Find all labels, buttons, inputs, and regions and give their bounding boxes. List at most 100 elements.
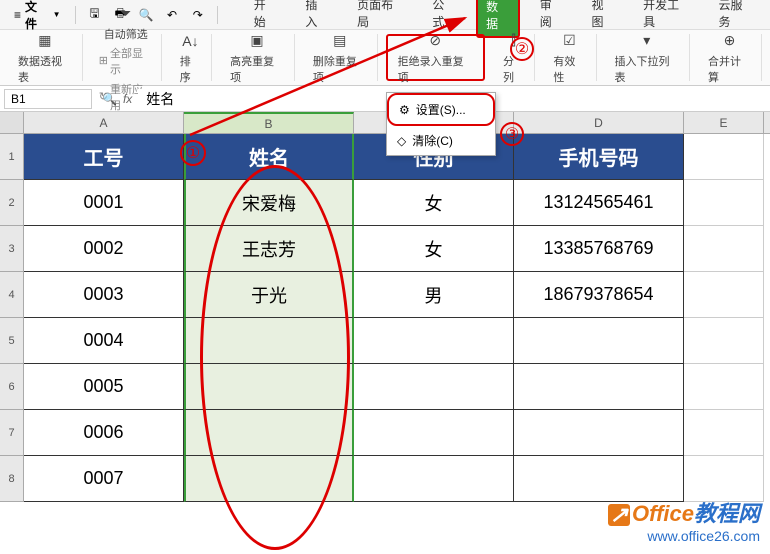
- row-header[interactable]: 6: [0, 364, 24, 410]
- table-row: 50004: [0, 318, 770, 364]
- autofilter-button[interactable]: ⏷ 自动筛选: [100, 2, 152, 44]
- cell-E7[interactable]: [684, 410, 764, 456]
- fx-icons: 🔍 fx: [96, 92, 138, 106]
- cell-A8[interactable]: 0007: [24, 456, 184, 502]
- cell-B1[interactable]: 姓名: [184, 134, 354, 180]
- ribbon-group-pivot: ▦ 数据透视表: [8, 34, 83, 81]
- separator: [75, 6, 76, 24]
- ribbon-group-dropdown: ▾ 插入下拉列表: [605, 34, 691, 81]
- eraser-icon: ◇: [397, 134, 406, 148]
- column-headers: A B C D E: [0, 112, 770, 134]
- ribbon-group-validity: ☑ 有效性: [543, 34, 596, 81]
- cell-C3[interactable]: 女: [354, 226, 514, 272]
- dropdown-clear[interactable]: ◇ 清除(C): [387, 126, 495, 155]
- showall-button[interactable]: ⊞全部显示: [97, 44, 155, 78]
- table-row: 1工号姓名性别手机号码: [0, 134, 770, 180]
- cell-A1[interactable]: 工号: [24, 134, 184, 180]
- cell-C7[interactable]: [354, 410, 514, 456]
- chevron-down-icon: ▼: [53, 10, 61, 19]
- zoom-icon[interactable]: 🔍: [102, 92, 117, 106]
- row-header[interactable]: 2: [0, 180, 24, 226]
- col-header-D[interactable]: D: [514, 112, 684, 133]
- col-header-E[interactable]: E: [684, 112, 764, 133]
- cell-D5[interactable]: [514, 318, 684, 364]
- row-header[interactable]: 4: [0, 272, 24, 318]
- split-icon: ⫿: [504, 31, 524, 51]
- separator: [217, 6, 218, 24]
- row-header[interactable]: 7: [0, 410, 24, 456]
- cell-B3[interactable]: 王志芳: [184, 226, 354, 272]
- redo-icon[interactable]: ↷: [187, 4, 209, 26]
- ribbon-group-filter: ⏷ 自动筛选 ⊞全部显示 ↻重新应用: [91, 34, 162, 81]
- cell-B7[interactable]: [184, 410, 354, 456]
- validity-icon: ☑: [559, 31, 579, 51]
- cell-B5[interactable]: [184, 318, 354, 364]
- sort-label: 排序: [180, 53, 201, 85]
- cell-E6[interactable]: [684, 364, 764, 410]
- pivot-label: 数据透视表: [18, 53, 72, 85]
- split-button[interactable]: ⫿ 分列: [499, 29, 528, 87]
- data-rows: 1工号姓名性别手机号码20001宋爱梅女1312456546130002王志芳女…: [0, 134, 770, 502]
- delete-dup-button[interactable]: ▤ 删除重复项: [309, 29, 371, 87]
- row-header[interactable]: 8: [0, 456, 24, 502]
- name-box[interactable]: [4, 89, 92, 109]
- cell-A3[interactable]: 0002: [24, 226, 184, 272]
- cell-C8[interactable]: [354, 456, 514, 502]
- cell-A7[interactable]: 0006: [24, 410, 184, 456]
- cell-A5[interactable]: 0004: [24, 318, 184, 364]
- dropdown-settings[interactable]: ⚙ 设置(S)...: [387, 93, 495, 126]
- table-row: 30002王志芳女13385768769: [0, 226, 770, 272]
- insert-dropdown-button[interactable]: ▾ 插入下拉列表: [611, 29, 684, 87]
- cell-C2[interactable]: 女: [354, 180, 514, 226]
- col-header-A[interactable]: A: [24, 112, 184, 133]
- cell-A2[interactable]: 0001: [24, 180, 184, 226]
- table-row: 60005: [0, 364, 770, 410]
- cell-B2[interactable]: 宋爱梅: [184, 180, 354, 226]
- cell-B6[interactable]: [184, 364, 354, 410]
- consolidate-button[interactable]: ⊕ 合并计算: [704, 29, 755, 87]
- cell-B8[interactable]: [184, 456, 354, 502]
- ribbon-group-sort: A↓ 排序: [170, 34, 212, 81]
- cell-E2[interactable]: [684, 180, 764, 226]
- cell-D1[interactable]: 手机号码: [514, 134, 684, 180]
- filter-icon: ⏷: [116, 4, 136, 24]
- undo-icon[interactable]: ↶: [161, 4, 183, 26]
- cell-E4[interactable]: [684, 272, 764, 318]
- autofilter-label: 自动筛选: [104, 26, 148, 42]
- cell-D7[interactable]: [514, 410, 684, 456]
- pivot-button[interactable]: ▦ 数据透视表: [14, 29, 76, 87]
- watermark-url: www.office26.com: [608, 528, 760, 544]
- watermark: ↗Office教程网 www.office26.com: [608, 496, 760, 544]
- cell-C5[interactable]: [354, 318, 514, 364]
- ribbon: ▦ 数据透视表 ⏷ 自动筛选 ⊞全部显示 ↻重新应用 A↓ 排序 ▣ 高亮重复项…: [0, 30, 770, 86]
- row-header[interactable]: 3: [0, 226, 24, 272]
- cell-B4[interactable]: 于光: [184, 272, 354, 318]
- ribbon-group-split: ⫿ 分列: [493, 34, 535, 81]
- cell-E3[interactable]: [684, 226, 764, 272]
- cell-D4[interactable]: 18679378654: [514, 272, 684, 318]
- table-row: 20001宋爱梅女13124565461: [0, 180, 770, 226]
- cell-A4[interactable]: 0003: [24, 272, 184, 318]
- ribbon-group-deldup: ▤ 删除重复项: [303, 34, 378, 81]
- cell-E5[interactable]: [684, 318, 764, 364]
- table-row: 70006: [0, 410, 770, 456]
- cell-D6[interactable]: [514, 364, 684, 410]
- gear-icon: ⚙: [399, 103, 410, 117]
- pivot-icon: ▦: [35, 31, 55, 51]
- cell-E1[interactable]: [684, 134, 764, 180]
- select-all-corner[interactable]: [0, 112, 24, 133]
- col-header-B[interactable]: B: [184, 112, 354, 133]
- highlight-dup-button[interactable]: ▣ 高亮重复项: [226, 29, 288, 87]
- row-header[interactable]: 5: [0, 318, 24, 364]
- cell-D2[interactable]: 13124565461: [514, 180, 684, 226]
- fx-label[interactable]: fx: [123, 92, 132, 106]
- cell-C6[interactable]: [354, 364, 514, 410]
- cell-C4[interactable]: 男: [354, 272, 514, 318]
- sort-button[interactable]: A↓ 排序: [176, 29, 205, 87]
- highlight-icon: ▣: [247, 31, 267, 51]
- cell-A6[interactable]: 0005: [24, 364, 184, 410]
- cell-D3[interactable]: 13385768769: [514, 226, 684, 272]
- reject-dup-button[interactable]: ⊘ 拒绝录入重复项: [394, 29, 477, 87]
- row-header[interactable]: 1: [0, 134, 24, 180]
- validity-button[interactable]: ☑ 有效性: [549, 29, 589, 87]
